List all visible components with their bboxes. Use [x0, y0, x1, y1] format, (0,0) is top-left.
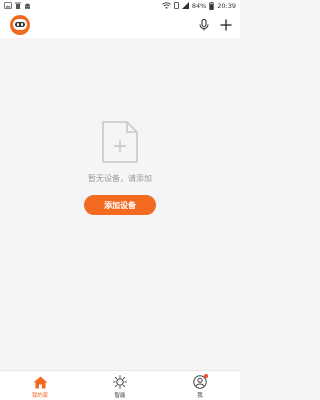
notification-badge [204, 374, 208, 378]
signal-icon [181, 2, 189, 9]
wifi-icon [161, 2, 171, 9]
nav-item-me[interactable]: 我 [160, 371, 240, 400]
android-notification-icon [25, 3, 30, 9]
nav-label-me: 我 [197, 393, 203, 399]
nav-label-smart: 智能 [114, 393, 126, 399]
logo-eye-left [17, 23, 19, 26]
nav-label-home: 我的家 [31, 393, 49, 399]
empty-state-message: 暂无设备，请添加 [88, 174, 152, 183]
nav-item-smart[interactable]: 智能 [80, 371, 160, 400]
nav-item-home[interactable]: 我的家 [0, 371, 80, 400]
app-header [0, 12, 240, 38]
add-button[interactable] [218, 17, 234, 33]
empty-document-icon [100, 120, 140, 164]
logo-face [13, 19, 27, 30]
trash-notification-icon [15, 2, 21, 9]
status-bar-notifications [4, 2, 31, 9]
battery-icon [209, 1, 215, 10]
sun-icon [113, 375, 127, 389]
phone-icon [173, 2, 179, 9]
home-icon [33, 376, 47, 388]
bottom-nav: 我的家 智能 我 [0, 370, 240, 400]
clock: 20:39 [217, 1, 236, 10]
image-notification-icon [4, 2, 12, 9]
voice-button[interactable] [196, 17, 212, 33]
status-bar: 84% 20:39 [0, 0, 240, 12]
microphone-icon [199, 19, 209, 31]
robot-logo-icon[interactable] [10, 15, 30, 35]
plus-icon [220, 19, 232, 31]
logo-eye-right [21, 23, 23, 26]
logo-visor [15, 22, 25, 27]
status-bar-system: 84% 20:39 [161, 1, 236, 10]
battery-percent: 84% [191, 1, 207, 10]
add-device-button[interactable]: 添加设备 [84, 195, 156, 215]
